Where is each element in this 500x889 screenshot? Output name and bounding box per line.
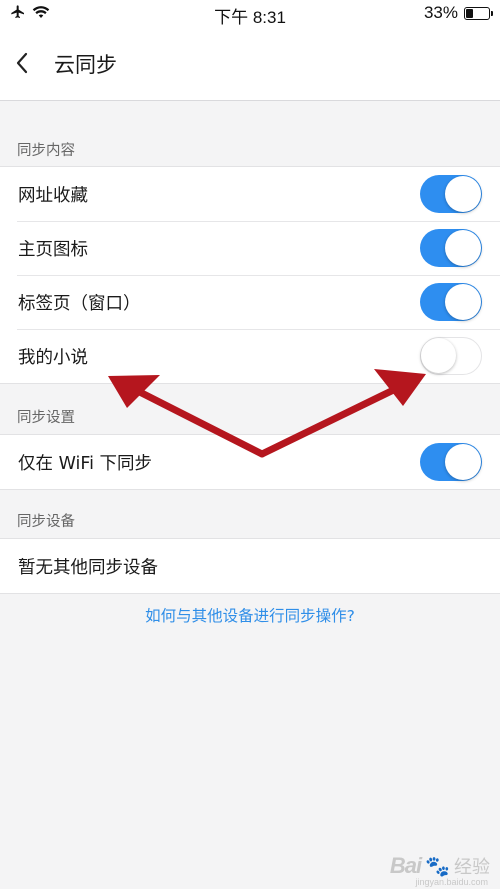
- bookmarks-toggle[interactable]: [420, 175, 482, 213]
- battery-level: [466, 8, 473, 18]
- row-label: 主页图标: [18, 240, 88, 260]
- section-header-sync-devices: 同步设备: [17, 514, 75, 530]
- list-item-homepage-icons: 主页图标: [0, 221, 500, 275]
- section-header-sync-settings: 同步设置: [17, 410, 75, 426]
- chevron-left-icon: [16, 52, 28, 74]
- list-item-my-novels: 我的小说: [0, 329, 500, 383]
- homepage-icons-toggle[interactable]: [420, 229, 482, 267]
- list-item-no-devices: 暂无其他同步设备: [0, 539, 500, 593]
- row-label: 我的小说: [18, 348, 88, 368]
- tabs-toggle[interactable]: [420, 283, 482, 321]
- nav-bar: 云同步: [0, 28, 500, 101]
- battery-percent: 33%: [423, 3, 458, 22]
- row-label: 暂无其他同步设备: [18, 558, 158, 578]
- sync-devices-group: 暂无其他同步设备: [0, 538, 500, 594]
- wifi-only-toggle[interactable]: [420, 443, 482, 481]
- section-header-sync-content: 同步内容: [17, 143, 75, 159]
- row-label: 标签页（窗口）: [18, 294, 141, 314]
- watermark-site: jingyan.baidu.com: [415, 877, 488, 887]
- row-label: 仅在 WiFi 下同步: [18, 454, 153, 474]
- status-bar: 下午 8:31 33%: [0, 0, 500, 28]
- list-item-bookmarks: 网址收藏: [0, 167, 500, 221]
- paw-icon: 🐾: [425, 855, 450, 878]
- sync-settings-group: 仅在 WiFi 下同步: [0, 434, 500, 490]
- my-novels-toggle[interactable]: [420, 337, 482, 375]
- list-item-tabs: 标签页（窗口）: [0, 275, 500, 329]
- sync-help-link[interactable]: 如何与其他设备进行同步操作?: [0, 604, 500, 626]
- row-label: 网址收藏: [18, 186, 88, 206]
- battery-icon: [464, 6, 493, 20]
- back-button[interactable]: [12, 50, 36, 76]
- toggle-knob: [445, 176, 481, 212]
- watermark-word: 经验: [454, 857, 490, 877]
- page-title: 云同步: [54, 53, 117, 77]
- toggle-knob: [445, 284, 481, 320]
- baidu-jingyan-watermark: Bai 🐾 经验 jingyan.baidu.com: [389, 853, 490, 887]
- status-right: 33%: [423, 3, 493, 23]
- sync-content-group: 网址收藏 主页图标 标签页（窗口） 我的小说: [0, 166, 500, 384]
- watermark-logo: Bai: [389, 853, 422, 878]
- toggle-knob: [421, 338, 456, 373]
- toggle-knob: [445, 444, 481, 480]
- list-item-wifi-only: 仅在 WiFi 下同步: [0, 435, 500, 489]
- toggle-knob: [445, 230, 481, 266]
